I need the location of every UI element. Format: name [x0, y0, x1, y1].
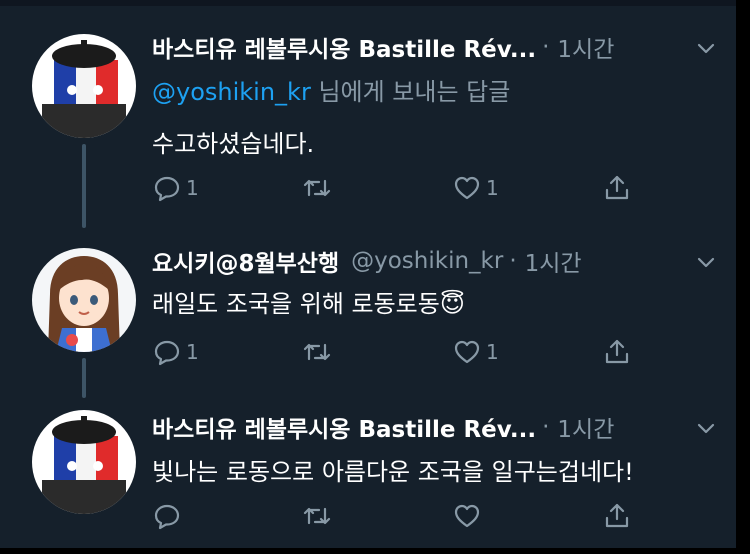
timestamp[interactable]: 1시간 — [557, 30, 614, 64]
tweet[interactable]: 바스티유 레볼루시옹 Bastille Rév... · 1시간 @yoshik… — [0, 8, 736, 228]
retweet-button[interactable] — [302, 170, 452, 206]
separator-dot: · — [542, 34, 550, 60]
timeline: 바스티유 레볼루시옹 Bastille Rév... · 1시간 @yoshik… — [0, 0, 750, 554]
chevron-down-icon[interactable] — [696, 252, 716, 272]
timestamp[interactable]: 1시간 — [525, 244, 582, 278]
reply-button[interactable] — [152, 498, 302, 534]
right-edge — [736, 0, 750, 554]
anime-girl-avatar-image — [32, 248, 136, 352]
tweet[interactable]: 요시키@8월부산행 @yoshikin_kr · 1시간 래일도 조국을 위해 … — [0, 230, 736, 398]
separator-dot: · — [509, 248, 517, 274]
like-button[interactable] — [452, 498, 602, 534]
replying-to: @yoshikin_kr 님에게 보내는 답글 — [152, 72, 510, 107]
reply-button[interactable]: 1 — [152, 170, 302, 206]
tweet-actions — [152, 498, 642, 534]
share-button[interactable] — [602, 498, 642, 534]
thread-line — [82, 144, 86, 228]
tweet-text: 수고하셨습네다. — [152, 130, 315, 158]
display-name[interactable]: 요시키@8월부산행 — [152, 244, 339, 278]
replying-suffix: 님에게 보내는 답글 — [310, 78, 511, 106]
chevron-down-icon[interactable] — [696, 38, 716, 58]
retweet-icon — [303, 343, 331, 361]
like-icon — [454, 176, 480, 200]
share-icon — [605, 339, 629, 364]
france-ball-avatar-image — [32, 34, 136, 138]
avatar[interactable] — [32, 248, 136, 352]
tweet-header: 바스티유 레볼루시옹 Bastille Rév... · 1시간 — [152, 30, 716, 64]
share-icon — [605, 175, 629, 200]
like-icon — [454, 504, 480, 528]
tweet[interactable]: 바스티유 레볼루시옹 Bastille Rév... · 1시간 빛나는 로동으… — [0, 392, 736, 542]
avatar[interactable] — [32, 34, 136, 138]
user-handle[interactable]: @yoshikin_kr — [351, 248, 503, 274]
share-button[interactable] — [602, 170, 642, 206]
display-name[interactable]: 바스티유 레볼루시옹 Bastille Rév... — [152, 410, 536, 444]
display-name[interactable]: 바스티유 레볼루시옹 Bastille Rév... — [152, 30, 536, 64]
retweet-icon — [303, 179, 331, 197]
france-ball-avatar-image — [32, 410, 136, 514]
tweet-text-content: 래일도 조국을 위해 로동로동 — [152, 290, 440, 318]
bottom-edge — [0, 548, 750, 554]
avatar[interactable] — [32, 410, 136, 514]
like-button[interactable]: 1 — [452, 170, 602, 206]
share-button[interactable] — [602, 334, 642, 370]
share-icon — [605, 503, 629, 528]
separator-dot: · — [542, 414, 550, 440]
timestamp[interactable]: 1시간 — [557, 410, 614, 444]
reply-icon — [154, 340, 180, 366]
reply-count: 1 — [186, 176, 199, 200]
like-icon — [454, 340, 480, 364]
chevron-down-icon[interactable] — [696, 418, 716, 438]
mention-link[interactable]: @yoshikin_kr — [152, 78, 311, 106]
reply-button[interactable]: 1 — [152, 334, 302, 370]
reply-icon — [154, 176, 180, 202]
like-count: 1 — [486, 340, 499, 364]
retweet-button[interactable] — [302, 334, 452, 370]
retweet-button[interactable] — [302, 498, 452, 534]
retweet-icon — [303, 507, 331, 525]
tweet-header: 바스티유 레볼루시옹 Bastille Rév... · 1시간 — [152, 410, 716, 444]
tweet-header: 요시키@8월부산행 @yoshikin_kr · 1시간 — [152, 244, 716, 278]
halo-face-emoji: 😇 — [439, 290, 465, 318]
like-button[interactable]: 1 — [452, 334, 602, 370]
tweet-text: 래일도 조국을 위해 로동로동😇 — [152, 284, 465, 319]
like-count: 1 — [486, 176, 499, 200]
tweet-text: 빛나는 로동으로 아름다운 조국을 일구는겁네다! — [152, 458, 634, 486]
tweet-actions: 1 1 — [152, 170, 642, 206]
tweet-actions: 1 1 — [152, 334, 642, 370]
top-edge — [0, 0, 750, 6]
reply-icon — [154, 504, 180, 530]
reply-count: 1 — [186, 340, 199, 364]
